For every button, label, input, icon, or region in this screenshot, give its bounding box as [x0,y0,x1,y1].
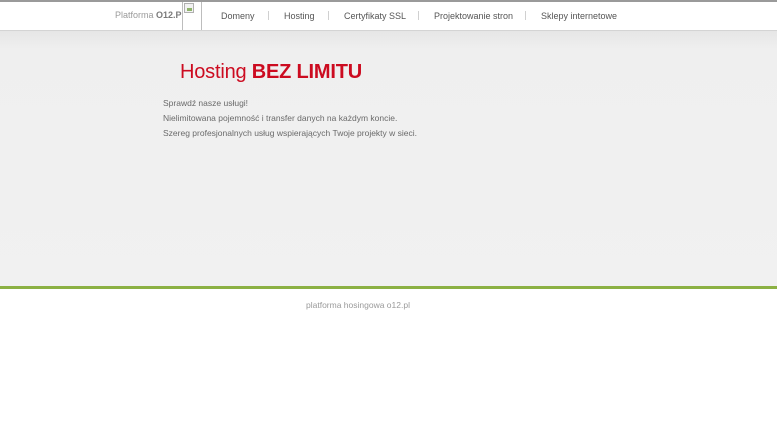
brand-prefix: Platforma [115,10,154,20]
title-bold: BEZ LIMITU [251,61,362,83]
header: Platforma O12.PL Domeny Hosting Certyfik… [0,2,777,31]
nav-separator [268,11,269,20]
nav-separator [328,11,329,20]
intro-line: Szereg profesjonalnych usług wspierający… [163,128,418,138]
brand[interactable]: Platforma O12.PL [115,10,187,20]
nav-separator [418,11,419,20]
nav-item-hosting[interactable]: Hosting [284,11,315,21]
page-title: Hosting BEZ LIMITU [180,61,362,84]
broken-image-icon [184,3,194,13]
title-regular: Hosting [180,61,247,83]
footer-text: platforma hosingowa o12.pl [306,300,410,310]
nav-item-domeny[interactable]: Domeny [221,11,255,21]
page: Platforma O12.PL Domeny Hosting Certyfik… [0,0,777,423]
nav-item-projektowanie[interactable]: Projektowanie stron [434,11,513,21]
intro-line: Nielimitowana pojemność i transfer danyc… [163,113,398,123]
logo[interactable] [182,2,202,30]
hero-band [0,31,777,287]
nav-separator [525,11,526,20]
footer-divider [0,286,777,289]
intro-line: Sprawdź nasze usługi! [163,98,249,108]
nav-item-sklepy[interactable]: Sklepy internetowe [541,11,617,21]
nav-item-ssl[interactable]: Certyfikaty SSL [344,11,406,21]
